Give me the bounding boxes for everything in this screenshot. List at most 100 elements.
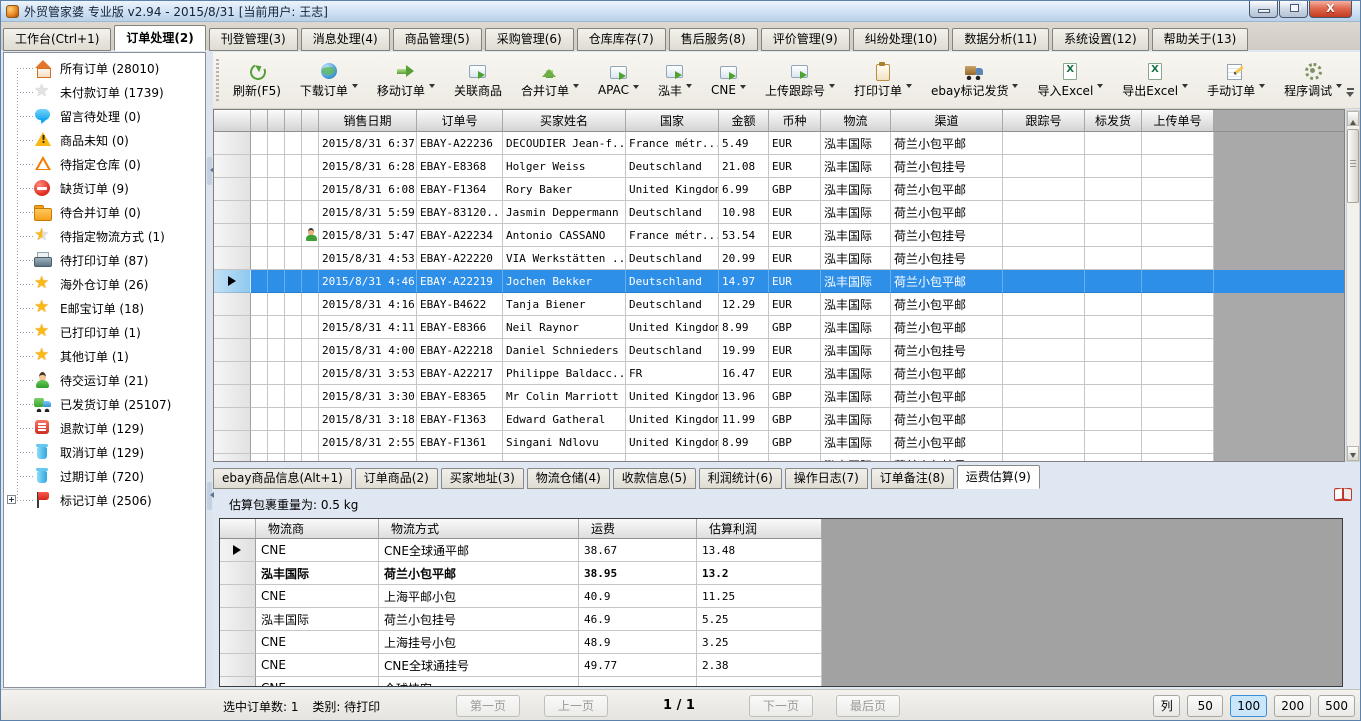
sidebar-item[interactable]: 留言待处理 (0) xyxy=(4,104,205,128)
table-row[interactable]: 2015/8/31 6:28 EBAY-E8368 Holger Weiss D… xyxy=(214,155,1344,178)
row-selector-cell[interactable] xyxy=(214,247,251,270)
toolbar-button[interactable]: 导出Excel xyxy=(1114,55,1196,105)
menu-tab[interactable]: 系统设置(12) xyxy=(1052,28,1149,51)
table-row[interactable]: 2015/8/31 3:18 EBAY-F1363 Edward Gathera… xyxy=(214,408,1344,431)
toolbar-button[interactable]: 上传跟踪号 xyxy=(757,55,843,105)
menu-tab[interactable]: 消息处理(4) xyxy=(301,28,390,51)
row-selector-cell[interactable] xyxy=(214,132,251,155)
book-icon[interactable] xyxy=(1334,488,1352,501)
table-row[interactable]: 2015/8/31 5:59 EBAY-83120... Jasmin Depp… xyxy=(214,201,1344,224)
toolbar-button[interactable]: CNE xyxy=(703,55,754,105)
column-header-channel[interactable]: 渠道 xyxy=(891,110,1003,132)
column-header-sale-date[interactable]: 销售日期 xyxy=(319,110,417,132)
toolbar-button[interactable]: 合并订单 xyxy=(513,55,587,105)
freight-row[interactable]: 泓丰国际 荷兰小包挂号 46.9 5.25 xyxy=(220,608,822,631)
next-page-button[interactable]: 下一页 xyxy=(749,695,813,717)
page-size-button[interactable]: 50 xyxy=(1187,695,1223,717)
row-selector-cell[interactable] xyxy=(214,316,251,339)
sidebar-item[interactable]: 待合并订单 (0) xyxy=(4,200,205,224)
page-size-button[interactable]: 500 xyxy=(1318,695,1355,717)
table-row[interactable]: 2015/8/31 6:37 EBAY-A22236 DECOUDIER Jea… xyxy=(214,132,1344,155)
row-selector-cell[interactable] xyxy=(214,454,251,462)
sidebar-item[interactable]: 未付款订单 (1739) xyxy=(4,80,205,104)
toolbar-button[interactable]: APAC xyxy=(590,55,647,105)
table-row[interactable]: 2015/8/31 4:11 EBAY-E8366 Neil Raynor Un… xyxy=(214,316,1344,339)
sidebar-item[interactable]: 待指定仓库 (0) xyxy=(4,152,205,176)
column-header-ship-flag[interactable]: 标发货 xyxy=(1085,110,1142,132)
chevron-down-icon[interactable] xyxy=(1336,84,1342,91)
freight-row[interactable]: CNE CNE全球通平邮 38.67 13.48 xyxy=(220,539,822,562)
close-button[interactable] xyxy=(1309,1,1352,18)
column-header-provider[interactable]: 物流商 xyxy=(256,519,379,539)
table-row[interactable]: 2015/8/31 4:46 EBAY-A22219 Jochen Bekker… xyxy=(214,270,1344,293)
detail-tab[interactable]: 订单商品(2) xyxy=(355,468,438,489)
table-row[interactable]: 2015/8/31 3:30 EBAY-E8365 Mr Colin Marri… xyxy=(214,385,1344,408)
menu-tab[interactable]: 帮助关于(13) xyxy=(1152,28,1249,51)
toolbar-button[interactable]: 刷新(F5) xyxy=(225,55,289,105)
menu-tab[interactable]: 仓库库存(7) xyxy=(577,28,666,51)
detail-tab[interactable]: 收款信息(5) xyxy=(613,468,696,489)
row-selector-cell[interactable] xyxy=(220,539,256,562)
column-header-fee[interactable]: 运费 xyxy=(579,519,697,539)
columns-button[interactable]: 列 xyxy=(1153,695,1180,717)
detail-tab[interactable]: 操作日志(7) xyxy=(785,468,868,489)
scrollbar-thumb[interactable] xyxy=(1347,129,1359,203)
sidebar-item[interactable]: 退款订单 (129) xyxy=(4,416,205,440)
detail-tab[interactable]: 物流仓储(4) xyxy=(527,468,610,489)
sidebar-item[interactable]: 待打印订单 (87) xyxy=(4,248,205,272)
table-row[interactable]: 2015/8/31 2:55 EBAY-F1361 Singani Ndlovu… xyxy=(214,431,1344,454)
freight-row[interactable]: CNE 上海挂号小包 48.9 3.25 xyxy=(220,631,822,654)
row-selector-cell[interactable] xyxy=(220,585,256,608)
chevron-down-icon[interactable] xyxy=(740,85,746,92)
toolbar-button[interactable]: 手动订单 xyxy=(1199,55,1273,105)
menu-tab[interactable]: 纠纷处理(10) xyxy=(853,28,950,51)
orders-scrollbar[interactable] xyxy=(1346,110,1360,462)
toolbar-button[interactable]: 关联商品 xyxy=(446,55,510,105)
row-selector-cell[interactable] xyxy=(214,385,251,408)
toolbar-button[interactable]: 下载订单 xyxy=(292,55,366,105)
menu-tab[interactable]: 工作台(Ctrl+1) xyxy=(3,28,111,51)
page-size-button[interactable]: 100 xyxy=(1230,695,1267,717)
column-header-logistics[interactable]: 物流 xyxy=(821,110,891,132)
splitter-collapse-handle[interactable] xyxy=(207,157,212,185)
row-selector-cell[interactable] xyxy=(220,654,256,677)
chevron-down-icon[interactable] xyxy=(352,84,358,91)
column-header-tracking[interactable]: 跟踪号 xyxy=(1003,110,1085,132)
table-row[interactable]: 泓丰国际 荷兰小包挂号 xyxy=(214,454,1344,462)
sidebar-item[interactable]: 已发货订单 (25107) xyxy=(4,392,205,416)
table-row[interactable]: 2015/8/31 3:53 EBAY-A22217 Philippe Bald… xyxy=(214,362,1344,385)
sidebar-item[interactable]: E邮宝订单 (18) xyxy=(4,296,205,320)
sidebar-item[interactable]: 其他订单 (1) xyxy=(4,344,205,368)
first-page-button[interactable]: 第一页 xyxy=(456,695,520,717)
freight-row[interactable]: CNE 上海平邮小包 40.9 11.25 xyxy=(220,585,822,608)
sidebar-item[interactable]: 商品未知 (0) xyxy=(4,128,205,152)
toolbar-button[interactable]: 移动订单 xyxy=(369,55,443,105)
sidebar-item[interactable]: 海外仓订单 (26) xyxy=(4,272,205,296)
column-header-country[interactable]: 国家 xyxy=(626,110,719,132)
sidebar-item[interactable]: 标记订单 (2506) xyxy=(4,488,205,512)
detail-tab[interactable]: 运费估算(9) xyxy=(957,465,1040,489)
toolbar-button[interactable]: 程序调试 xyxy=(1276,55,1350,105)
column-header-method[interactable]: 物流方式 xyxy=(379,519,579,539)
chevron-down-icon[interactable] xyxy=(829,84,835,91)
restore-button[interactable] xyxy=(1279,1,1308,18)
chevron-down-icon[interactable] xyxy=(1097,84,1103,91)
menu-tab[interactable]: 数据分析(11) xyxy=(952,28,1049,51)
freight-row[interactable]: CNE 全球快客 xyxy=(220,677,822,687)
toolbar-button[interactable]: 打印订单 xyxy=(846,55,920,105)
scroll-up-icon[interactable] xyxy=(1347,111,1359,126)
sidebar-item[interactable]: 待交运订单 (21) xyxy=(4,368,205,392)
menu-tab[interactable]: 采购管理(6) xyxy=(485,28,574,51)
minimize-button[interactable] xyxy=(1249,1,1278,18)
menu-tab[interactable]: 评价管理(9) xyxy=(761,28,850,51)
detail-tab[interactable]: 订单备注(8) xyxy=(871,468,954,489)
chevron-down-icon[interactable] xyxy=(633,85,639,92)
row-selector-cell[interactable] xyxy=(214,224,251,247)
chevron-down-icon[interactable] xyxy=(573,84,579,91)
sidebar-item[interactable]: 待指定物流方式 (1) xyxy=(4,224,205,248)
column-header-buyer[interactable]: 买家姓名 xyxy=(503,110,626,132)
table-row[interactable]: 2015/8/31 4:53 EBAY-A22220 VIA Werkstätt… xyxy=(214,247,1344,270)
sidebar-item[interactable]: 取消订单 (129) xyxy=(4,440,205,464)
menu-tab[interactable]: 订单处理(2) xyxy=(114,25,205,51)
menu-tab[interactable]: 刊登管理(3) xyxy=(209,28,298,51)
